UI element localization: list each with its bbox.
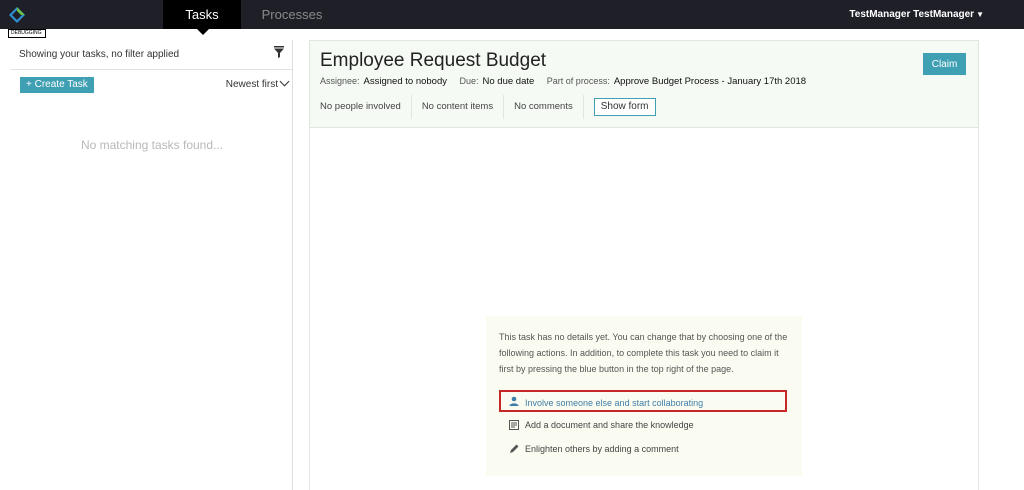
assignee-value[interactable]: Assigned to nobody — [364, 76, 447, 87]
claim-button[interactable]: Claim — [923, 53, 966, 75]
task-meta: Assignee: Assigned to nobody Due: No due d… — [320, 76, 816, 87]
task-title: Employee Request Budget — [320, 50, 547, 71]
due-value[interactable]: No due date — [483, 76, 535, 87]
comments-count[interactable]: No comments — [504, 95, 584, 119]
tab-processes[interactable]: Processes — [246, 0, 338, 29]
involve-someone-action[interactable]: Involve someone else and start collabora… — [499, 390, 787, 412]
add-comment-label: Enlighten others by adding a comment — [525, 444, 679, 454]
top-nav: Tasks Processes TestManager TestManager ▼ — [0, 0, 1024, 35]
document-icon — [509, 420, 519, 430]
content-items[interactable]: No content items — [412, 95, 505, 119]
user-menu[interactable]: TestManager TestManager ▼ — [849, 0, 984, 29]
involve-label: Involve someone else and start collabora… — [525, 398, 704, 408]
filter-bar[interactable]: Showing your tasks, no filter applied — [11, 40, 292, 70]
create-task-button[interactable]: + Create Task — [20, 77, 94, 93]
sort-dropdown[interactable]: Newest first — [225, 76, 290, 90]
show-form-button[interactable]: Show form — [593, 98, 656, 116]
process-link[interactable]: Approve Budget Process - January 17th 20… — [614, 76, 806, 87]
debug-badge: DEBUGGING — [8, 29, 46, 38]
task-help-box: This task has no details yet. You can ch… — [486, 316, 802, 476]
task-detail-header: Employee Request Budget Assignee: Assigne… — [309, 40, 979, 128]
process-label: Part of process: — [546, 76, 610, 86]
assignee-label: Assignee: — [320, 76, 360, 86]
add-document-action[interactable]: Add a document and share the knowledge — [499, 414, 694, 436]
chevron-down-icon: ▼ — [976, 10, 984, 19]
due-label: Due: — [459, 76, 479, 86]
filter-summary: Showing your tasks, no filter applied — [19, 49, 180, 60]
user-icon — [509, 396, 519, 406]
task-info-bar: No people involved No content items No com… — [310, 95, 656, 121]
filter-icon[interactable] — [274, 46, 284, 58]
task-list-panel: Showing your tasks, no filter applied + … — [11, 40, 293, 490]
app-logo-icon[interactable] — [8, 6, 26, 24]
user-name: TestManager TestManager — [849, 9, 975, 20]
add-comment-action[interactable]: Enlighten others by adding a comment — [499, 438, 679, 460]
tab-tasks[interactable]: Tasks — [163, 0, 241, 35]
help-text: This task has no details yet. You can ch… — [499, 332, 788, 374]
sort-label: Newest first — [225, 79, 278, 90]
chevron-down-icon — [279, 76, 290, 87]
pencil-icon — [510, 444, 519, 453]
people-involved[interactable]: No people involved — [310, 95, 412, 119]
empty-state-message: No matching tasks found... — [80, 138, 224, 152]
add-document-label: Add a document and share the knowledge — [525, 420, 694, 430]
